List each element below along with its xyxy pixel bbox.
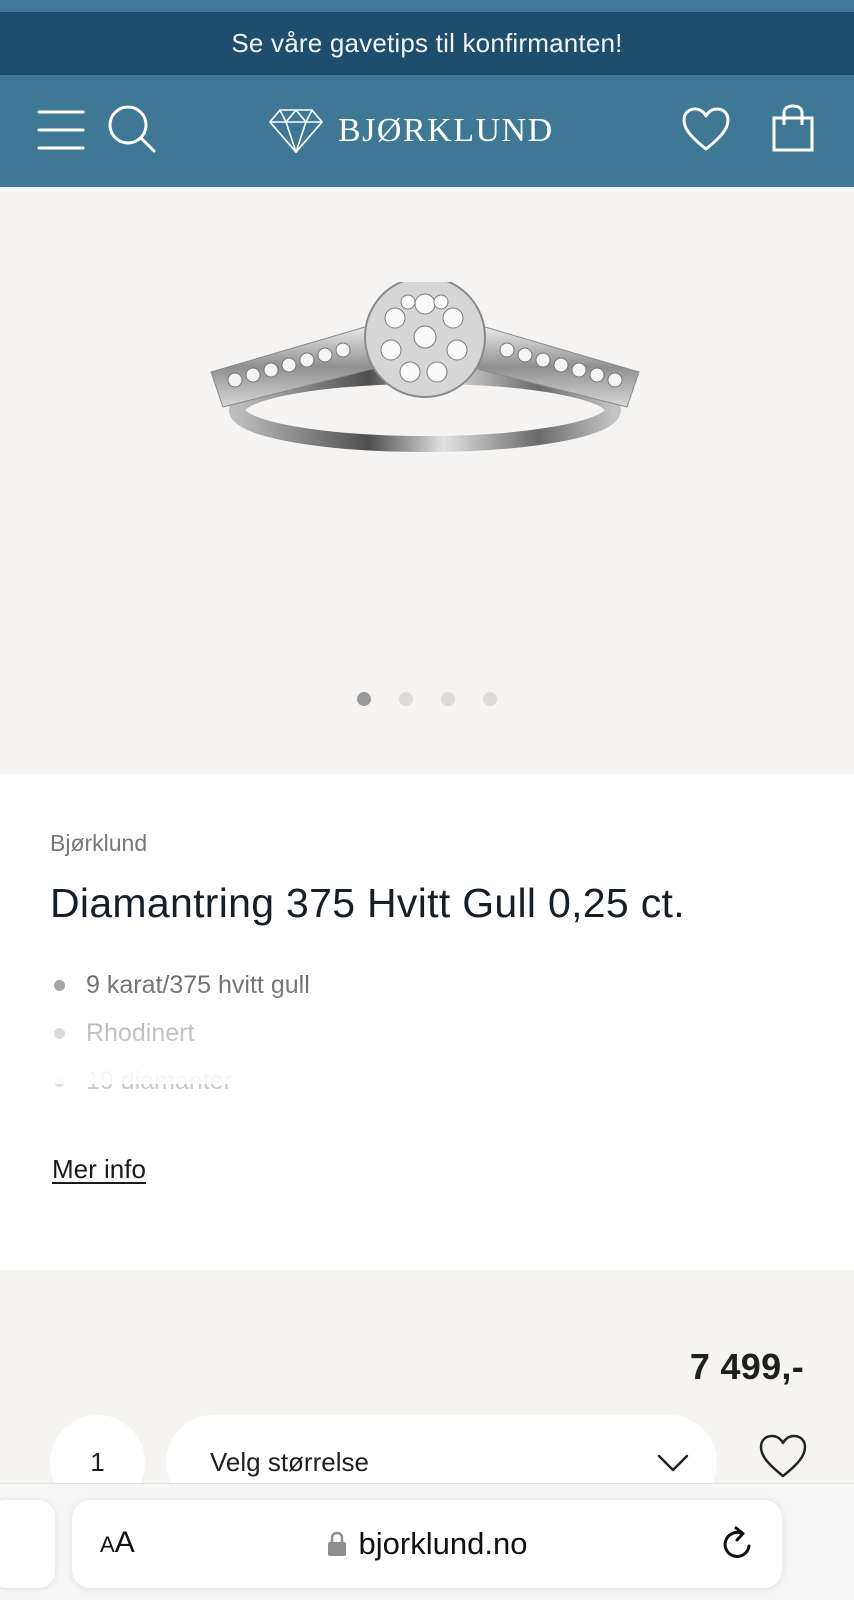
top-accent-strip <box>0 0 854 12</box>
browser-toolbar: AA bjorklund.no <box>0 1483 854 1600</box>
gallery-dot-4[interactable] <box>483 692 497 706</box>
product-price: 7 499,- <box>689 1346 804 1387</box>
menu-icon[interactable] <box>34 103 88 157</box>
gallery-dot-1[interactable] <box>357 692 371 706</box>
shopping-bag-icon[interactable] <box>766 99 820 157</box>
feature-item: 9 karat/375 hvitt gull <box>52 970 310 1018</box>
previous-tab-preview[interactable] <box>0 1500 55 1588</box>
feature-list: 9 karat/375 hvitt gull Rhodinert 19 diam… <box>52 970 310 1114</box>
product-brand[interactable]: Bjørklund <box>50 830 147 857</box>
search-icon[interactable] <box>104 101 160 157</box>
wishlist-icon[interactable] <box>678 101 734 157</box>
diamond-logo-icon <box>269 109 323 153</box>
product-image-ring <box>210 282 640 452</box>
logo-text: BJØRKLUND <box>338 112 554 149</box>
product-title: Diamantring 375 Hvitt Gull 0,25 ct. <box>50 880 685 926</box>
gallery-dot-2[interactable] <box>399 692 413 706</box>
product-gallery[interactable] <box>0 187 854 774</box>
url-display[interactable]: bjorklund.no <box>72 1500 782 1588</box>
more-info-link[interactable]: Mer info <box>52 1154 146 1185</box>
site-header: BJØRKLUND <box>0 75 854 187</box>
promo-banner[interactable]: Se våre gavetips til konfirmanten! <box>0 12 854 75</box>
product-info: Bjørklund Diamantring 375 Hvitt Gull 0,2… <box>0 774 854 1270</box>
url-text: bjorklund.no <box>358 1526 528 1561</box>
add-to-wishlist-icon[interactable] <box>757 1430 809 1482</box>
brand-logo[interactable]: BJØRKLUND <box>268 103 554 159</box>
address-bar[interactable]: AA bjorklund.no <box>72 1500 782 1588</box>
gallery-dot-3[interactable] <box>441 692 455 706</box>
feature-item: 19 diamanter <box>52 1066 310 1114</box>
quantity-value: 1 <box>90 1447 105 1477</box>
chevron-down-icon <box>657 1454 689 1472</box>
size-dropdown-label: Velg størrelse <box>210 1447 369 1477</box>
promo-text: Se våre gavetips til konfirmanten! <box>231 28 623 58</box>
gallery-pagination <box>0 692 854 706</box>
reload-icon[interactable] <box>718 1524 756 1564</box>
lock-icon <box>327 1531 346 1556</box>
feature-item: Rhodinert <box>52 1018 310 1066</box>
